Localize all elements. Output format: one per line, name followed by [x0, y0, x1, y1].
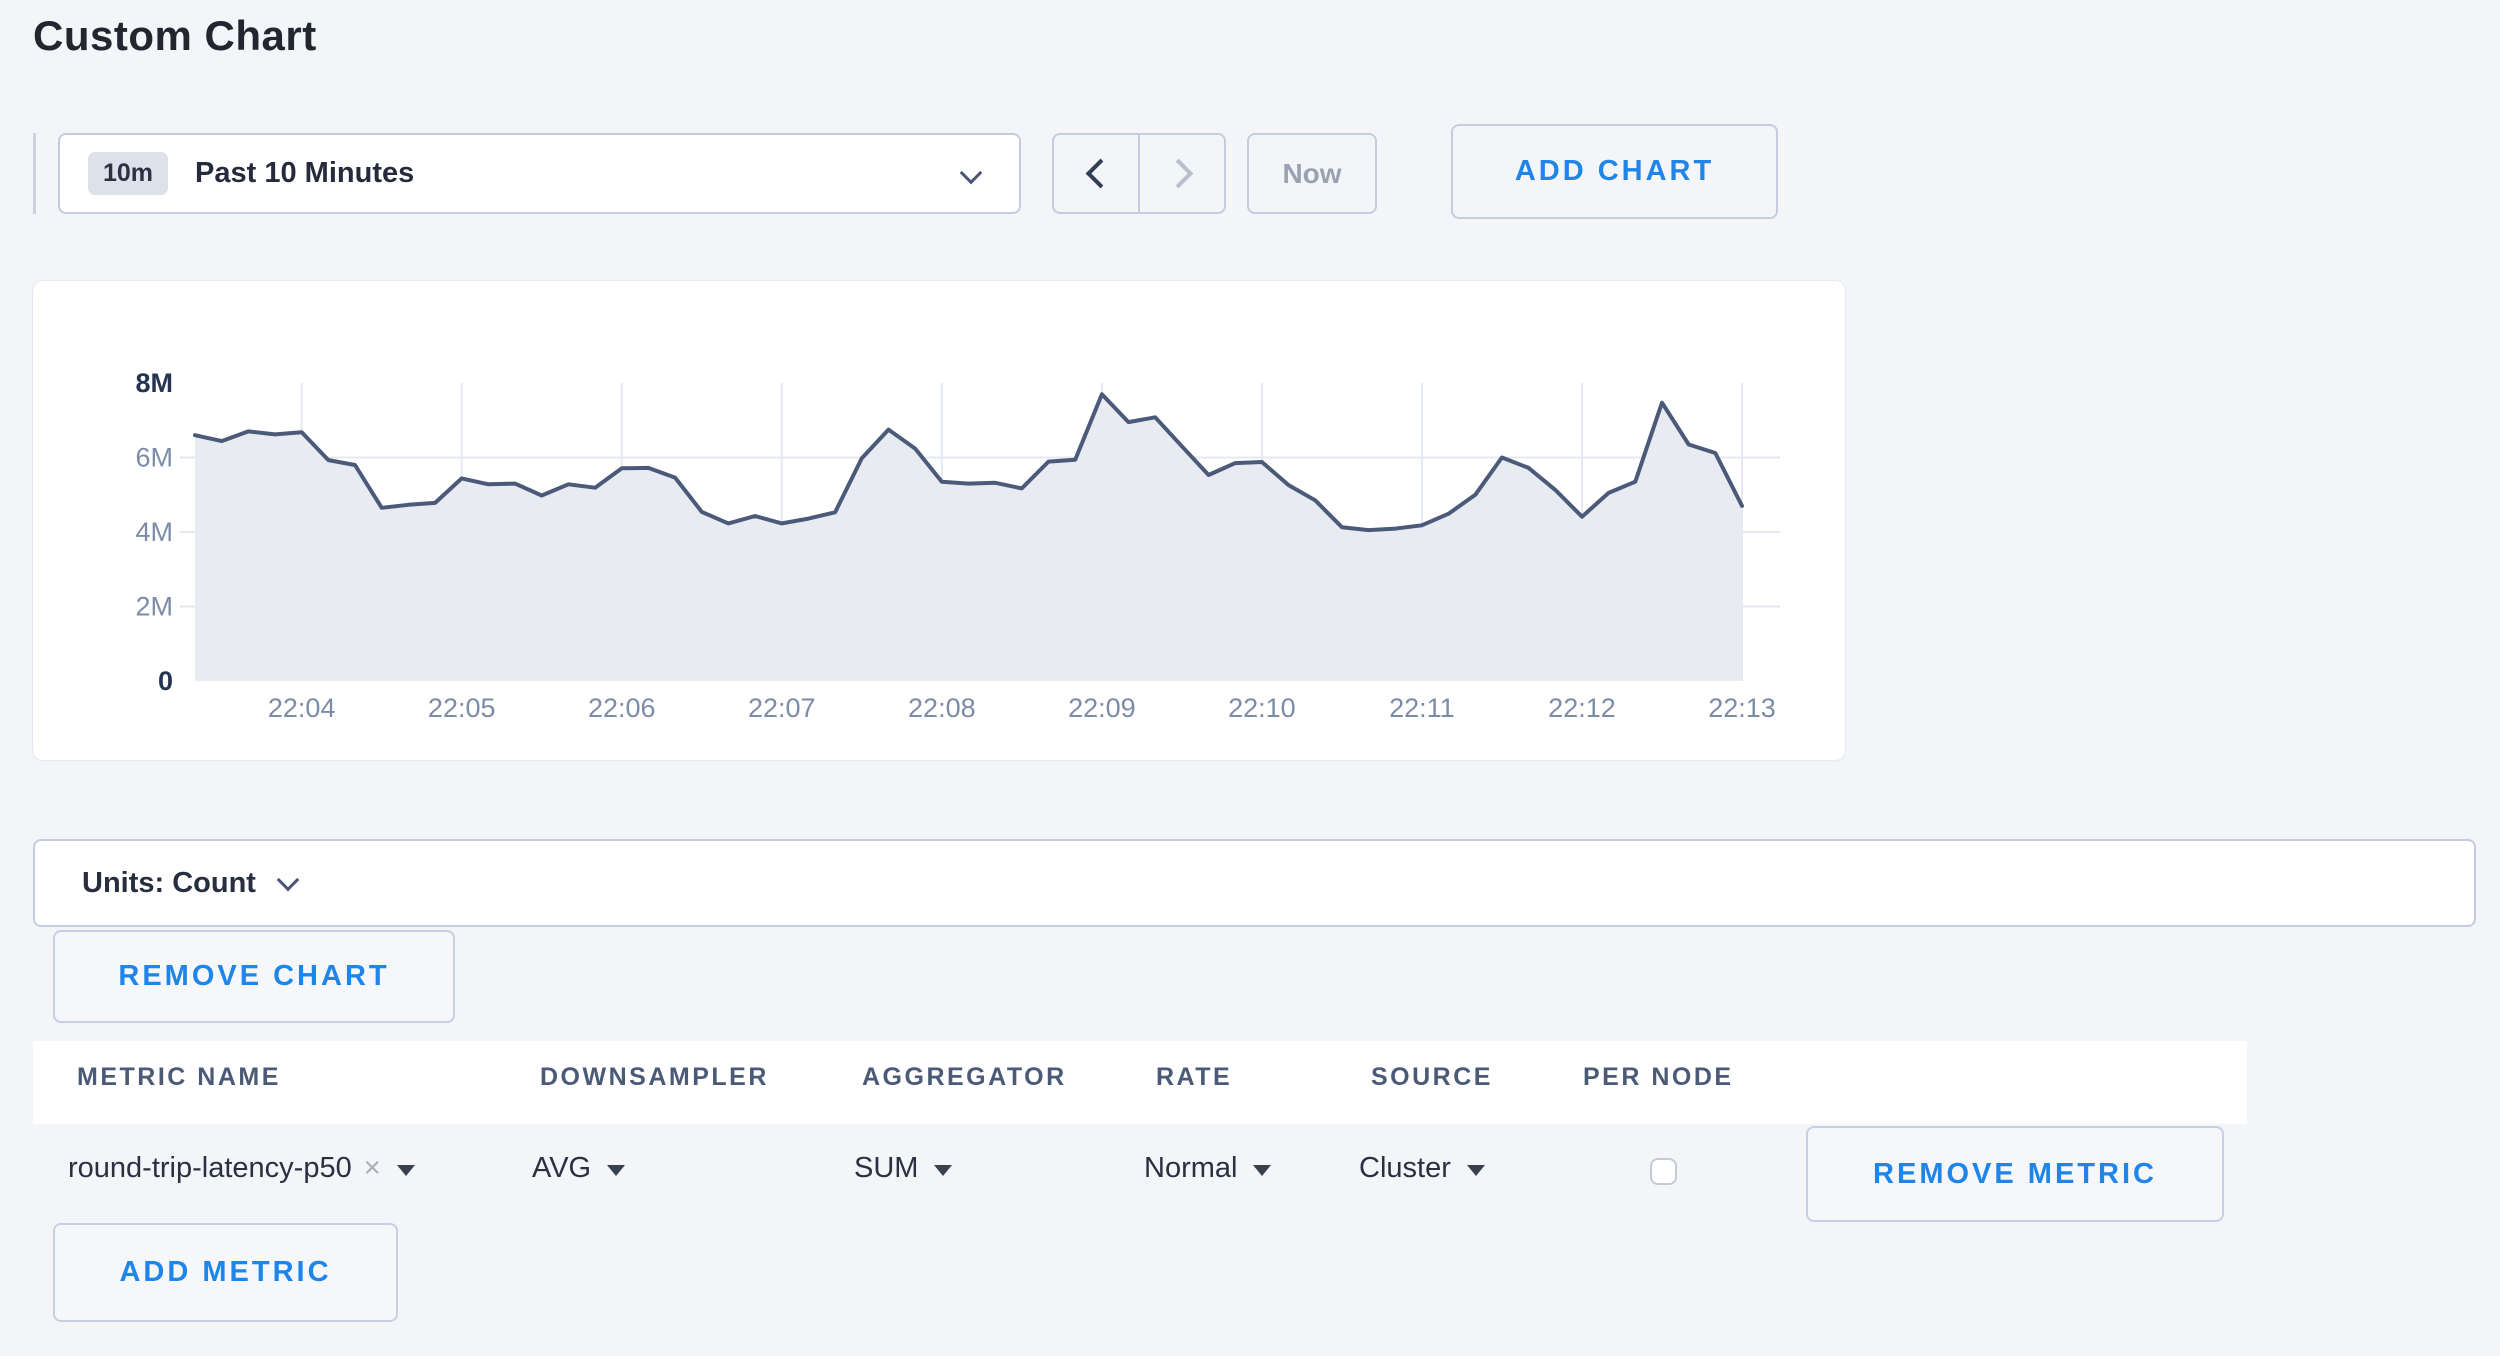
- source-value: Cluster: [1359, 1152, 1451, 1185]
- col-header-per-node: PER NODE: [1583, 1063, 1734, 1092]
- per-node-checkbox[interactable]: [1650, 1158, 1677, 1185]
- svg-text:22:09: 22:09: [1068, 693, 1136, 723]
- aggregator-value: SUM: [854, 1152, 918, 1185]
- svg-text:22:08: 22:08: [908, 693, 976, 723]
- metric-chart-card[interactable]: 22:04 22:05 22:06 22:07 22:08 22:09 22:10 22:11…: [33, 281, 1845, 760]
- clear-metric-icon[interactable]: ×: [364, 1152, 381, 1185]
- custom-chart-page: Custom Chart 10m Past 10 Minutes Now ADD…: [0, 0, 2500, 1356]
- rate-select[interactable]: Normal: [1144, 1152, 1271, 1185]
- caret-down-icon: [934, 1165, 952, 1176]
- col-header-aggregator: AGGREGATOR: [862, 1063, 1067, 1092]
- svg-text:4M: 4M: [135, 517, 173, 547]
- svg-text:22:04: 22:04: [268, 693, 336, 723]
- add-metric-button[interactable]: ADD METRIC: [53, 1223, 398, 1322]
- svg-text:22:05: 22:05: [428, 693, 496, 723]
- now-button[interactable]: Now: [1247, 133, 1377, 214]
- svg-text:22:10: 22:10: [1228, 693, 1296, 723]
- col-header-downsampler: DOWNSAMPLER: [540, 1063, 769, 1092]
- units-label: Units: Count: [82, 867, 256, 900]
- downsampler-select[interactable]: AVG: [532, 1152, 625, 1185]
- metric-name-select[interactable]: round-trip-latency-p50 ×: [68, 1152, 415, 1185]
- caret-down-icon: [1467, 1165, 1485, 1176]
- svg-text:2M: 2M: [135, 592, 173, 622]
- svg-text:22:11: 22:11: [1389, 693, 1455, 723]
- time-range-dropdown[interactable]: 10m Past 10 Minutes: [58, 133, 1021, 214]
- left-rule-divider: [33, 133, 36, 214]
- chevron-down-icon: [277, 869, 300, 892]
- rate-value: Normal: [1144, 1152, 1237, 1185]
- col-header-source: SOURCE: [1371, 1063, 1493, 1092]
- time-range-label: Past 10 Minutes: [195, 157, 414, 190]
- downsampler-value: AVG: [532, 1152, 591, 1185]
- svg-text:22:07: 22:07: [748, 693, 816, 723]
- chevron-right-icon: [1163, 159, 1193, 189]
- svg-text:6M: 6M: [135, 443, 173, 473]
- svg-text:8M: 8M: [135, 368, 173, 398]
- add-chart-button[interactable]: ADD CHART: [1451, 124, 1778, 219]
- aggregator-select[interactable]: SUM: [854, 1152, 952, 1185]
- remove-chart-button[interactable]: REMOVE CHART: [53, 930, 455, 1023]
- chevron-left-icon: [1085, 159, 1115, 189]
- area-chart[interactable]: 22:04 22:05 22:06 22:07 22:08 22:09 22:10 22:11…: [33, 281, 1845, 760]
- time-range-badge: 10m: [88, 152, 168, 195]
- time-step-group: [1052, 133, 1226, 214]
- svg-text:22:12: 22:12: [1548, 693, 1616, 723]
- chevron-down-icon: [960, 162, 983, 185]
- caret-down-icon: [397, 1165, 415, 1176]
- remove-metric-button[interactable]: REMOVE METRIC: [1806, 1126, 2224, 1222]
- metrics-table-header: [33, 1041, 2247, 1124]
- step-forward-button[interactable]: [1138, 135, 1224, 212]
- page-title: Custom Chart: [33, 12, 317, 60]
- svg-text:22:13: 22:13: [1708, 693, 1776, 723]
- units-dropdown[interactable]: Units: Count: [33, 839, 2476, 927]
- svg-text:0: 0: [158, 666, 173, 696]
- step-back-button[interactable]: [1054, 135, 1138, 212]
- svg-text:22:06: 22:06: [588, 693, 656, 723]
- source-select[interactable]: Cluster: [1359, 1152, 1485, 1185]
- caret-down-icon: [607, 1165, 625, 1176]
- metric-name-value: round-trip-latency-p50: [68, 1152, 352, 1185]
- caret-down-icon: [1253, 1165, 1271, 1176]
- col-header-rate: RATE: [1156, 1063, 1232, 1092]
- col-header-metric-name: METRIC NAME: [77, 1063, 281, 1092]
